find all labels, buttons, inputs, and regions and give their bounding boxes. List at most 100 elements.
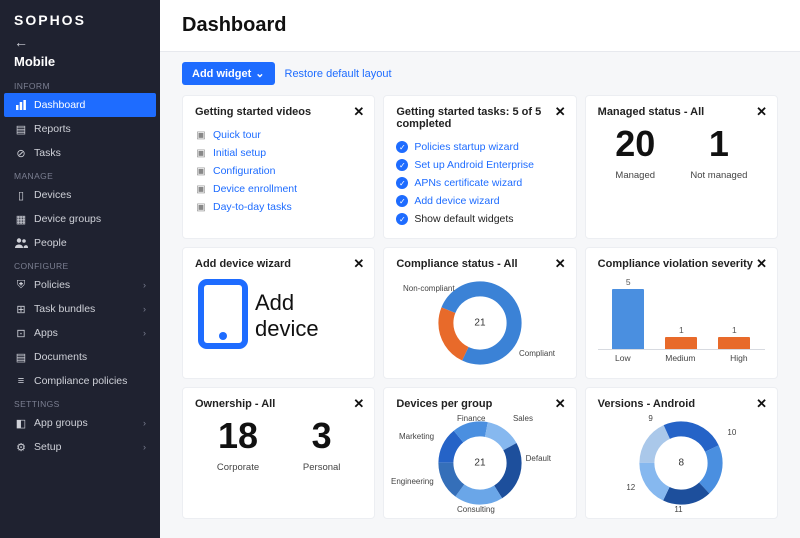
chevron-right-icon: › <box>143 280 146 290</box>
list-item[interactable]: ✓APNs certificate wizard <box>396 174 563 192</box>
close-icon[interactable]: ✕ <box>555 104 566 120</box>
widget-grid: Getting started videos ✕ ▣Quick tour ▣In… <box>182 95 778 519</box>
bar-high: 1 <box>715 325 753 349</box>
sidebar-item-devices[interactable]: ▯ Devices <box>0 183 160 207</box>
nav-label: Device groups <box>34 213 146 225</box>
list-item[interactable]: ✓Add device wizard <box>396 192 563 210</box>
list-item[interactable]: ▣ Day-to-day tasks <box>195 198 362 216</box>
groups-donut: 21 Finance Sales Marketing Default Engin… <box>435 418 525 508</box>
nav-section-configure: CONFIGURE <box>0 255 160 273</box>
close-icon[interactable]: ✕ <box>756 104 767 120</box>
sidebar-item-documents[interactable]: ▤ Documents <box>0 345 160 369</box>
nav-section-settings: SETTINGS <box>0 393 160 411</box>
sidebar-item-apps[interactable]: ⊡ Apps › <box>0 321 160 345</box>
list-item[interactable]: ✓Policies startup wizard <box>396 138 563 156</box>
label-sales: Sales <box>513 414 533 423</box>
label-marketing: Marketing <box>399 432 434 441</box>
stat-label: Managed <box>615 170 655 181</box>
video-icon: ▣ <box>195 147 207 159</box>
stat-value: 3 <box>303 418 341 454</box>
add-widget-button[interactable]: Add widget ⌄ <box>182 62 275 85</box>
donut-center: 21 <box>474 458 485 469</box>
page-title: Dashboard <box>160 0 800 52</box>
task-link[interactable]: Add device wizard <box>414 195 499 207</box>
close-icon[interactable]: ✕ <box>555 396 566 412</box>
widget-add-device[interactable]: Add device wizard ✕ Add device <box>182 247 375 379</box>
video-icon: ▣ <box>195 183 207 195</box>
list-item[interactable]: ✓Set up Android Enterprise <box>396 156 563 174</box>
sidebar-item-task-bundles[interactable]: ⊞ Task bundles › <box>0 297 160 321</box>
sidebar-item-app-groups[interactable]: ◧ App groups › <box>0 411 160 435</box>
close-icon[interactable]: ✕ <box>756 396 767 412</box>
video-link[interactable]: Configuration <box>213 165 275 177</box>
widget-title: Ownership - All <box>195 398 362 410</box>
widget-versions-android: Versions - Android ✕ 8 9 10 11 <box>585 387 778 519</box>
document-icon: ▤ <box>14 122 28 136</box>
widget-violation-severity: Compliance violation severity ✕ 5 1 1 <box>585 247 778 379</box>
bar-category: High <box>730 353 747 363</box>
label-non-compliant: Non-compliant <box>403 284 455 293</box>
nav-label: Setup <box>34 441 143 453</box>
video-link[interactable]: Quick tour <box>213 129 261 141</box>
stat-corporate: 18 Corporate <box>217 418 259 473</box>
shield-icon: ⛨ <box>14 278 28 292</box>
nav-label: Policies <box>34 279 143 291</box>
nav-label: Documents <box>34 351 146 363</box>
list-item[interactable]: ▣ Initial setup <box>195 144 362 162</box>
video-icon: ▣ <box>195 129 207 141</box>
video-link[interactable]: Initial setup <box>213 147 266 159</box>
close-icon[interactable]: ✕ <box>353 256 364 272</box>
nav-section-inform: INFORM <box>0 75 160 93</box>
people-icon <box>14 236 28 250</box>
nav-label: Dashboard <box>34 99 146 111</box>
restore-layout-button[interactable]: Restore default layout <box>285 68 392 80</box>
sidebar-item-reports[interactable]: ▤ Reports <box>0 117 160 141</box>
donut-center: 21 <box>474 318 485 329</box>
task-link[interactable]: Set up Android Enterprise <box>414 159 534 171</box>
bar-rect <box>612 289 644 349</box>
gear-icon: ⚙ <box>14 440 28 454</box>
nav-label: App groups <box>34 417 143 429</box>
list-item[interactable]: ▣ Quick tour <box>195 126 362 144</box>
stat-managed: 20 Managed <box>615 126 655 181</box>
video-link[interactable]: Device enrollment <box>213 183 297 195</box>
task-link[interactable]: Policies startup wizard <box>414 141 518 153</box>
widget-videos: Getting started videos ✕ ▣Quick tour ▣In… <box>182 95 375 239</box>
add-device-text: Add device <box>255 290 362 341</box>
close-icon[interactable]: ✕ <box>353 396 364 412</box>
nav-label: Task bundles <box>34 303 143 315</box>
sidebar-item-setup[interactable]: ⚙ Setup › <box>0 435 160 459</box>
task-link[interactable]: APNs certificate wizard <box>414 177 522 189</box>
widget-tasks: Getting started tasks: 5 of 5 completed … <box>383 95 576 239</box>
list-item[interactable]: ✓Show default widgets <box>396 210 563 228</box>
bar-medium: 1 <box>662 325 700 349</box>
list-item[interactable]: ▣Configuration <box>195 162 362 180</box>
sidebar-item-people[interactable]: People <box>0 231 160 255</box>
bar-low: 5 <box>609 277 647 349</box>
sidebar-item-compliance-policies[interactable]: ≡ Compliance policies <box>0 369 160 393</box>
stat-personal: 3 Personal <box>303 418 341 473</box>
sidebar-item-dashboard[interactable]: Dashboard <box>4 93 156 117</box>
list-item[interactable]: ▣ Device enrollment <box>195 180 362 198</box>
label-v10: 10 <box>727 428 736 437</box>
close-icon[interactable]: ✕ <box>353 104 364 120</box>
close-icon[interactable]: ✕ <box>555 256 566 272</box>
label-consulting: Consulting <box>457 505 495 514</box>
back-arrow[interactable]: ← <box>0 34 160 52</box>
sidebar-item-policies[interactable]: ⛨ Policies › <box>0 273 160 297</box>
close-icon[interactable]: ✕ <box>756 256 767 272</box>
versions-donut: 8 9 10 11 12 <box>636 418 726 508</box>
compliance-icon: ≡ <box>14 374 28 388</box>
phone-icon: ▯ <box>14 188 28 202</box>
video-link[interactable]: Day-to-day tasks <box>213 201 292 213</box>
module-label: Mobile <box>0 52 160 75</box>
task-label: Show default widgets <box>414 213 513 225</box>
bar-rect <box>718 337 750 349</box>
compliance-donut: 21 Non-compliant Compliant <box>435 278 525 368</box>
donut-center: 8 <box>679 458 685 469</box>
sidebar-item-tasks[interactable]: ⊘ Tasks <box>0 141 160 165</box>
video-icon: ▣ <box>195 201 207 213</box>
widget-title: Compliance status - All <box>396 258 563 270</box>
sidebar-item-device-groups[interactable]: ▦ Device groups <box>0 207 160 231</box>
video-list: ▣Quick tour ▣Initial setup ▣Configuratio… <box>195 126 362 216</box>
